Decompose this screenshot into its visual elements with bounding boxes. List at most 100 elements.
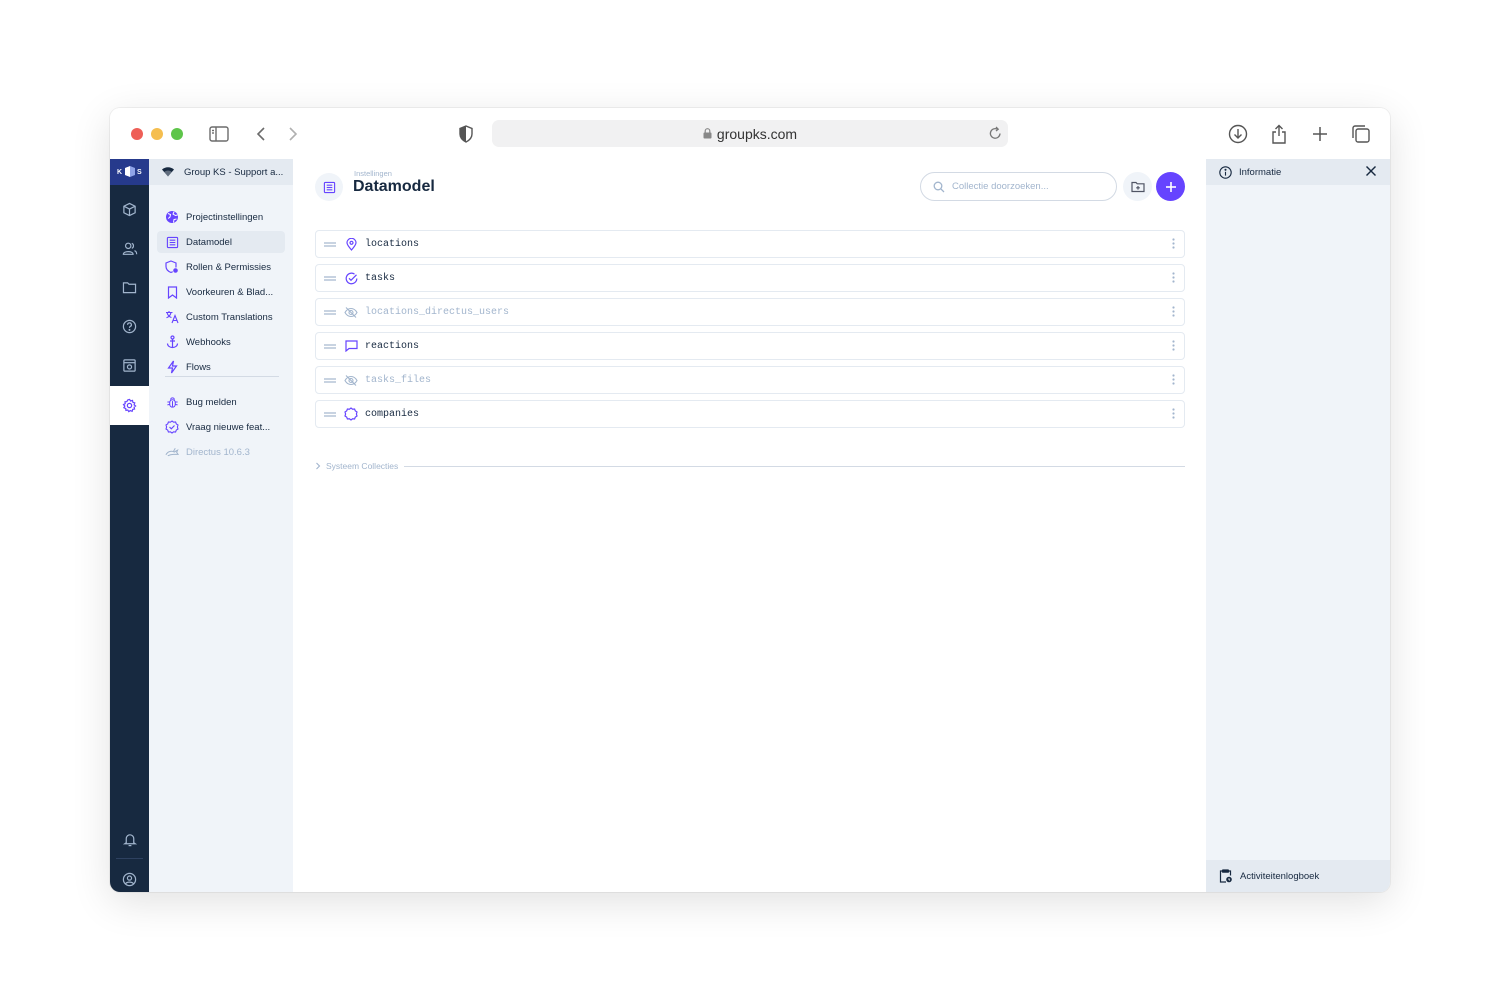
address-bar[interactable]: groupks.com [492, 120, 1008, 147]
datamodel-icon [315, 173, 343, 201]
collection-row-tasks[interactable]: tasks [315, 264, 1185, 292]
module-bar: KS [110, 159, 149, 892]
svg-text:S: S [137, 169, 142, 176]
search-input[interactable]: Collectie doorzoeken... [920, 172, 1117, 201]
nav-item-bug-melden[interactable]: Bug melden [157, 391, 285, 413]
drag-handle-icon[interactable] [324, 275, 336, 281]
search-icon [933, 181, 945, 193]
connection-icon [161, 167, 175, 177]
pin-icon [344, 237, 358, 251]
tab-overview-icon[interactable] [1349, 122, 1373, 146]
help-module-icon[interactable] [110, 307, 149, 346]
collection-row-reactions[interactable]: reactions [315, 332, 1185, 360]
drag-handle-icon[interactable] [324, 309, 336, 315]
eye-off-icon [344, 373, 358, 387]
check-circle-icon [344, 271, 358, 285]
account-icon[interactable] [110, 860, 149, 892]
drag-handle-icon[interactable] [324, 377, 336, 383]
system-collections-toggle[interactable]: Systeem Collecties [315, 459, 1185, 473]
nav-item-label: Custom Translations [186, 311, 273, 323]
settings-module-icon[interactable] [110, 386, 149, 425]
version-label: Directus 10.6.3 [186, 446, 250, 458]
nav-item-voorkeuren[interactable]: Voorkeuren & Blad... [157, 281, 285, 303]
lock-icon [703, 128, 712, 139]
more-options-icon[interactable] [1172, 374, 1175, 385]
more-options-icon[interactable] [1172, 340, 1175, 351]
project-name: Group KS - Support a... [184, 166, 284, 178]
files-module-icon[interactable] [110, 268, 149, 307]
collection-name: tasks [365, 272, 396, 284]
nav-item-datamodel[interactable]: Datamodel [157, 231, 285, 253]
collection-row-tasks-files[interactable]: tasks_files [315, 366, 1185, 394]
content-module-icon[interactable] [110, 190, 149, 229]
minimize-window-button[interactable] [151, 128, 163, 140]
bookmark-icon [165, 285, 179, 299]
close-icon[interactable] [1365, 165, 1377, 177]
module-divider [116, 858, 143, 859]
info-sidebar: Informatie Activiteitenlogboek [1206, 159, 1390, 892]
users-module-icon[interactable] [110, 229, 149, 268]
close-window-button[interactable] [131, 128, 143, 140]
nav-item-label: Rollen & Permissies [186, 261, 271, 273]
project-header[interactable]: Group KS - Support a... [149, 159, 293, 185]
more-options-icon[interactable] [1172, 238, 1175, 249]
nav-item-vraag-feature[interactable]: Vraag nieuwe feat... [157, 416, 285, 438]
bolt-icon [165, 360, 179, 374]
nav-item-flows[interactable]: Flows [157, 356, 285, 378]
nav-item-projectinstellingen[interactable]: Projectinstellingen [157, 206, 285, 228]
list-icon [165, 235, 179, 249]
nav-divider [165, 376, 279, 377]
more-options-icon[interactable] [1172, 408, 1175, 419]
collection-name: companies [365, 408, 420, 420]
anchor-icon [165, 335, 179, 349]
collection-row-locations[interactable]: locations [315, 230, 1185, 258]
nav-item-version: Directus 10.6.3 [157, 441, 285, 463]
drag-handle-icon[interactable] [324, 241, 336, 247]
share-icon[interactable] [1267, 122, 1291, 146]
collection-name: tasks_files [365, 374, 432, 386]
forward-icon[interactable] [281, 122, 305, 146]
drag-handle-icon[interactable] [324, 411, 336, 417]
privacy-shield-icon[interactable] [454, 122, 478, 146]
create-folder-button[interactable] [1123, 172, 1152, 201]
breadcrumb[interactable]: Instellingen [354, 169, 392, 178]
chevron-right-icon [315, 462, 321, 470]
search-placeholder: Collectie doorzoeken... [952, 181, 1049, 192]
reload-icon[interactable] [989, 126, 1002, 140]
nav-item-label: Webhooks [186, 336, 231, 348]
downloads-icon[interactable] [1226, 122, 1250, 146]
project-logo[interactable]: KS [110, 159, 149, 185]
badge-icon [344, 407, 358, 421]
nav-item-rollen-permissies[interactable]: Rollen & Permissies [157, 256, 285, 278]
info-section-header[interactable]: Informatie [1206, 159, 1390, 185]
activity-log-section[interactable]: Activiteitenlogboek [1206, 860, 1390, 892]
create-collection-button[interactable] [1156, 172, 1185, 201]
notifications-icon[interactable] [110, 820, 149, 859]
svg-text:K: K [117, 169, 122, 176]
collection-row-companies[interactable]: companies [315, 400, 1185, 428]
back-icon[interactable] [249, 122, 273, 146]
url-text: groupks.com [716, 125, 798, 142]
insights-module-icon[interactable] [110, 346, 149, 385]
nav-item-webhooks[interactable]: Webhooks [157, 331, 285, 353]
more-options-icon[interactable] [1172, 272, 1175, 283]
rabbit-icon [165, 445, 179, 459]
nav-item-label: Projectinstellingen [186, 211, 264, 223]
activity-log-label: Activiteitenlogboek [1240, 870, 1320, 882]
bug-icon [165, 395, 179, 409]
collection-row-locations-directus-users[interactable]: locations_directus_users [315, 298, 1185, 326]
nav-item-label: Datamodel [186, 236, 232, 248]
maximize-window-button[interactable] [171, 128, 183, 140]
nav-item-custom-translations[interactable]: Custom Translations [157, 306, 285, 328]
browser-window: groupks.com KS Group KS - Support a... P… [110, 108, 1390, 892]
system-collections-divider [404, 465, 1185, 467]
sidebar-toggle-icon[interactable] [207, 122, 231, 146]
drag-handle-icon[interactable] [324, 343, 336, 349]
globe-icon [165, 210, 179, 224]
more-options-icon[interactable] [1172, 306, 1175, 317]
nav-item-label: Bug melden [186, 396, 237, 408]
new-tab-icon[interactable] [1308, 122, 1332, 146]
info-label: Informatie [1239, 166, 1282, 178]
nav-item-label: Voorkeuren & Blad... [186, 286, 274, 298]
plus-icon [1165, 181, 1177, 193]
